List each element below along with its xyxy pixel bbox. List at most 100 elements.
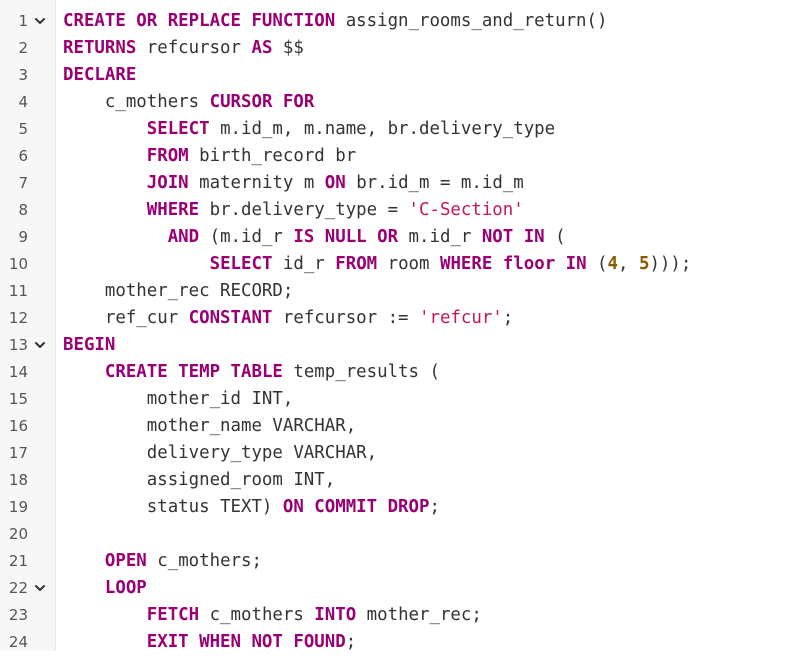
line-number: 3 [18, 66, 28, 84]
chevron-down-icon[interactable] [33, 338, 47, 352]
code-token: RETURNS [63, 38, 137, 58]
code-token: mother_id INT, [63, 389, 294, 409]
code-text: mother_rec RECORD; [63, 281, 293, 301]
code-token: c_mothers [199, 605, 315, 625]
code-line[interactable]: 13 BEGIN [0, 332, 812, 359]
code-token: status TEXT) [63, 497, 283, 517]
line-number: 10 [8, 255, 28, 273]
code-token: refcursor := [272, 308, 419, 328]
chevron-down-icon[interactable] [33, 581, 47, 595]
code-line[interactable]: 7 JOIN maternity m ON br.id_m = m.id_m [0, 170, 812, 197]
line-number: 11 [8, 282, 28, 300]
code-line[interactable]: 12 ref_cur CONSTANT refcursor := 'refcur… [0, 305, 812, 332]
code-text: EXIT WHEN NOT FOUND; [63, 632, 356, 652]
code-line[interactable]: 21 OPEN c_mothers; [0, 548, 812, 575]
code-token: AS [251, 38, 273, 58]
code-token: ; [345, 632, 357, 652]
code-token: SELECT [146, 119, 210, 139]
code-token: birth_record br [188, 146, 357, 166]
code-token: WHERE [439, 254, 493, 274]
code-token: DECLARE [63, 65, 137, 85]
line-number: 6 [18, 147, 28, 165]
code-text: BEGIN [63, 335, 115, 355]
code-token: INTO [314, 605, 357, 625]
code-line[interactable]: 22 LOOP [0, 575, 812, 602]
code-token: CREATE TEMP TABLE [104, 362, 283, 382]
code-token: (m.id_r [199, 227, 294, 247]
code-text: DECLARE [63, 65, 136, 85]
line-number: 7 [18, 174, 28, 192]
code-line[interactable]: 4 c_mothers CURSOR FOR [0, 89, 812, 116]
code-token: temp_results ( [282, 362, 440, 382]
code-token: ; [502, 308, 514, 328]
code-token: LOOP [104, 578, 147, 598]
code-token: m.id_m, m.name, br.delivery_type [209, 119, 556, 139]
code-line[interactable]: 20 [0, 521, 812, 548]
code-token: JOIN [146, 173, 189, 193]
code-token: FETCH [146, 605, 200, 625]
code-line[interactable]: 19 status TEXT) ON COMMIT DROP; [0, 494, 812, 521]
code-token: ; [429, 497, 440, 517]
code-text: FETCH c_mothers INTO mother_rec; [63, 605, 482, 625]
code-token: $$ [272, 38, 304, 58]
line-number: 4 [18, 93, 28, 111]
code-token: FROM [146, 146, 189, 166]
code-line[interactable]: 10 SELECT id_r FROM room WHERE floor IN … [0, 251, 812, 278]
line-number: 5 [18, 120, 28, 138]
code-text: status TEXT) ON COMMIT DROP; [63, 497, 440, 517]
code-token: ON COMMIT DROP [282, 497, 430, 517]
code-token: m.id_r [398, 227, 482, 247]
code-line[interactable]: 16 mother_name VARCHAR, [0, 413, 812, 440]
code-line[interactable]: 24 EXIT WHEN NOT FOUND; [0, 629, 812, 656]
line-number: 1 [18, 12, 28, 30]
code-token: WHERE [146, 200, 200, 220]
code-token: SELECT [209, 254, 273, 274]
code-line[interactable]: 5 SELECT m.id_m, m.name, br.delivery_typ… [0, 116, 812, 143]
line-number: 22 [8, 579, 28, 597]
code-token: c_mothers [63, 92, 210, 112]
code-token: 'C-Section' [408, 200, 524, 220]
line-number: 15 [8, 390, 28, 408]
code-line[interactable]: 2 RETURNS refcursor AS $$ [0, 35, 812, 62]
code-line[interactable]: 18 assigned_room INT, [0, 467, 812, 494]
code-line[interactable]: 17 delivery_type VARCHAR, [0, 440, 812, 467]
code-line[interactable]: 8 WHERE br.delivery_type = 'C-Section' [0, 197, 812, 224]
code-text: CREATE TEMP TABLE temp_results ( [63, 362, 440, 382]
line-number: 18 [8, 471, 28, 489]
code-token: NOT IN [481, 227, 545, 247]
code-token: ON [324, 173, 346, 193]
line-number: 23 [8, 606, 28, 624]
code-token: 'refcur' [419, 308, 503, 328]
code-text: CREATE OR REPLACE FUNCTION assign_rooms_… [63, 11, 607, 31]
code-line[interactable]: 6 FROM birth_record br [0, 143, 812, 170]
code-token: refcursor [136, 38, 252, 58]
code-token: ( [544, 227, 566, 247]
code-text: c_mothers CURSOR FOR [63, 92, 314, 112]
code-text: ref_cur CONSTANT refcursor := 'refcur'; [63, 308, 513, 328]
chevron-down-icon[interactable] [33, 14, 47, 28]
line-number: 8 [18, 201, 28, 219]
code-line[interactable]: 9 AND (m.id_r IS NULL OR m.id_r NOT IN ( [0, 224, 812, 251]
line-number: 14 [8, 363, 28, 381]
code-editor[interactable]: 1 CREATE OR REPLACE FUNCTION assign_rooms… [0, 0, 812, 652]
code-token: CURSOR FOR [209, 92, 315, 112]
code-line[interactable]: 11 mother_rec RECORD; [0, 278, 812, 305]
code-line[interactable]: 23 FETCH c_mothers INTO mother_rec; [0, 602, 812, 629]
code-token: 5 [638, 254, 650, 274]
code-line[interactable]: 3 DECLARE [0, 62, 812, 89]
code-token: floor IN [502, 254, 587, 274]
code-line[interactable]: 14 CREATE TEMP TABLE temp_results ( [0, 359, 812, 386]
code-text: mother_id INT, [63, 389, 294, 409]
code-line[interactable]: 15 mother_id INT, [0, 386, 812, 413]
code-token: mother_rec; [356, 605, 482, 625]
code-token: BEGIN [63, 335, 116, 355]
code-token: mother_rec RECORD; [63, 281, 294, 301]
line-number: 2 [18, 39, 28, 57]
code-line[interactable]: 1 CREATE OR REPLACE FUNCTION assign_rooms… [0, 8, 812, 35]
code-text: AND (m.id_r IS NULL OR m.id_r NOT IN ( [63, 227, 566, 247]
